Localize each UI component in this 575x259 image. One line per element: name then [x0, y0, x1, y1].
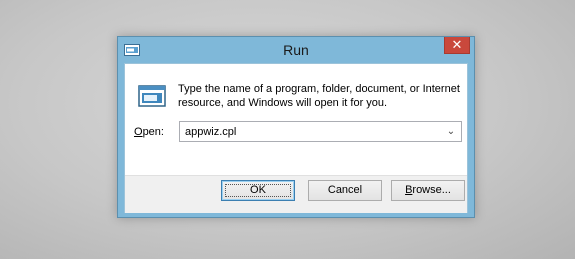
dialog-content-panel: Type the name of a program, folder, docu…: [125, 64, 467, 175]
open-combobox[interactable]: ⌄: [179, 121, 462, 142]
focus-ring: [225, 184, 291, 197]
description-line: Type the name of a program, folder, docu…: [178, 83, 460, 95]
run-dialog-window: Run ✕ Type the name of a program, folder…: [117, 36, 475, 218]
close-button[interactable]: ✕: [444, 37, 470, 54]
desktop-background: Run ✕ Type the name of a program, folder…: [0, 0, 575, 259]
close-icon: ✕: [451, 37, 463, 52]
browse-button[interactable]: Browse...: [391, 180, 465, 201]
open-input[interactable]: [180, 122, 442, 141]
dialog-description: Type the name of a program, folder, docu…: [178, 82, 463, 110]
ok-button[interactable]: OK: [221, 180, 295, 201]
open-label-text: pen:: [142, 126, 164, 138]
open-label-accelerator: O: [134, 126, 143, 138]
browse-button-label: rowse...: [412, 184, 451, 196]
title-bar[interactable]: Run ✕: [118, 37, 474, 63]
open-label: Open:: [134, 126, 164, 138]
cancel-button-label: Cancel: [327, 184, 363, 196]
run-icon: [138, 85, 166, 107]
description-line: resource, and Windows will open it for y…: [178, 97, 388, 109]
chevron-down-icon[interactable]: ⌄: [444, 124, 458, 139]
dialog-client-area: Type the name of a program, folder, docu…: [124, 63, 468, 213]
window-title: Run: [283, 42, 309, 58]
cancel-button[interactable]: Cancel: [308, 180, 382, 201]
